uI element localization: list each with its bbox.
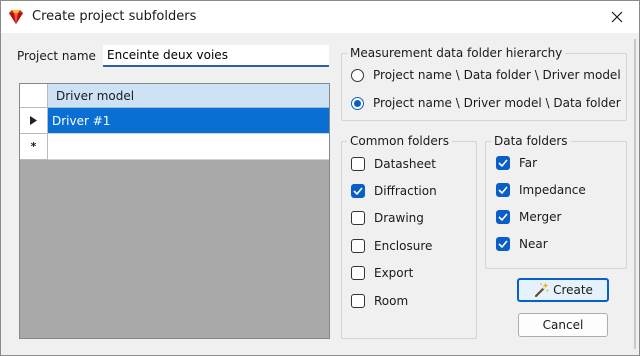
checkbox-box[interactable]: [351, 211, 365, 225]
checkmark-icon: [498, 186, 508, 195]
close-button[interactable]: [595, 1, 639, 33]
checkbox-enclosure[interactable]: Enclosure: [351, 239, 432, 253]
checkmark-icon: [498, 159, 508, 168]
row-header-1[interactable]: [20, 108, 48, 134]
checkbox-label: Drawing: [374, 211, 424, 225]
checkbox-label: Merger: [519, 210, 562, 224]
app-logo-icon: [9, 10, 23, 24]
row-header-new[interactable]: *: [20, 134, 48, 160]
close-icon: [611, 11, 623, 23]
new-row-asterisk-icon: *: [30, 139, 37, 153]
driver-model-grid[interactable]: Driver model Driver #1 *: [19, 83, 330, 339]
window-title: Create project subfolders: [32, 9, 197, 24]
checkbox-label: Near: [519, 237, 548, 251]
create-button[interactable]: Create: [517, 278, 609, 302]
table-row-driver-1[interactable]: Driver #1: [48, 108, 329, 134]
checkbox-box-checked[interactable]: [496, 237, 510, 251]
checkbox-label: Far: [519, 156, 538, 170]
dialog-window: Create project subfolders Project name D…: [0, 0, 640, 356]
checkbox-merger[interactable]: Merger: [496, 210, 561, 224]
create-button-label: Create: [553, 283, 593, 297]
checkmark-icon: [353, 187, 363, 196]
checkbox-box-checked[interactable]: [496, 156, 510, 170]
common-folders-title: Common folders: [347, 134, 452, 148]
checkbox-box[interactable]: [351, 294, 365, 308]
title-bar: Create project subfolders: [1, 1, 639, 33]
hierarchy-group-title: Measurement data folder hierarchy: [347, 46, 566, 60]
hierarchy-option-1-label: Project name \ Data folder \ Driver mode…: [373, 68, 621, 82]
checkbox-box-checked[interactable]: [496, 210, 510, 224]
checkbox-label: Room: [374, 294, 409, 308]
project-name-input[interactable]: [103, 45, 329, 67]
cancel-button-label: Cancel: [542, 318, 584, 332]
checkbox-near[interactable]: Near: [496, 237, 548, 251]
hierarchy-group: Measurement data folder hierarchy: [341, 46, 627, 121]
checkbox-label: Export: [374, 266, 414, 280]
table-row-new[interactable]: [48, 134, 329, 160]
data-folders-title: Data folders: [491, 134, 571, 148]
hierarchy-option-2[interactable]: Project name \ Driver model \ Data folde…: [351, 96, 621, 110]
checkbox-datasheet[interactable]: Datasheet: [351, 157, 436, 171]
checkbox-room[interactable]: Room: [351, 294, 408, 308]
cancel-button[interactable]: Cancel: [518, 313, 608, 337]
magic-wand-icon: [534, 282, 549, 298]
checkbox-box-checked[interactable]: [351, 184, 365, 198]
checkbox-label: Datasheet: [374, 157, 436, 171]
checkbox-box[interactable]: [351, 239, 365, 253]
checkmark-icon: [498, 213, 508, 222]
radio-button-selected[interactable]: [351, 96, 364, 110]
column-header-driver-model[interactable]: Driver model: [48, 84, 329, 108]
current-row-arrow-icon: [30, 116, 37, 125]
checkbox-diffraction[interactable]: Diffraction: [351, 184, 437, 198]
project-name-label: Project name: [17, 49, 96, 63]
checkbox-drawing[interactable]: Drawing: [351, 211, 424, 225]
checkbox-box[interactable]: [351, 266, 365, 280]
window-scrollbar[interactable]: [632, 33, 638, 355]
checkbox-label: Impedance: [519, 183, 586, 197]
hierarchy-option-2-label: Project name \ Driver model \ Data folde…: [373, 96, 621, 110]
hierarchy-option-1[interactable]: Project name \ Data folder \ Driver mode…: [351, 68, 621, 82]
checkbox-far[interactable]: Far: [496, 156, 537, 170]
checkbox-impedance[interactable]: Impedance: [496, 183, 586, 197]
checkbox-box[interactable]: [351, 157, 365, 171]
checkbox-box-checked[interactable]: [496, 183, 510, 197]
checkbox-label: Diffraction: [374, 184, 437, 198]
grid-corner: [20, 84, 48, 108]
checkbox-label: Enclosure: [374, 239, 433, 253]
checkmark-icon: [498, 240, 508, 249]
radio-button[interactable]: [351, 68, 364, 82]
checkbox-export[interactable]: Export: [351, 266, 413, 280]
